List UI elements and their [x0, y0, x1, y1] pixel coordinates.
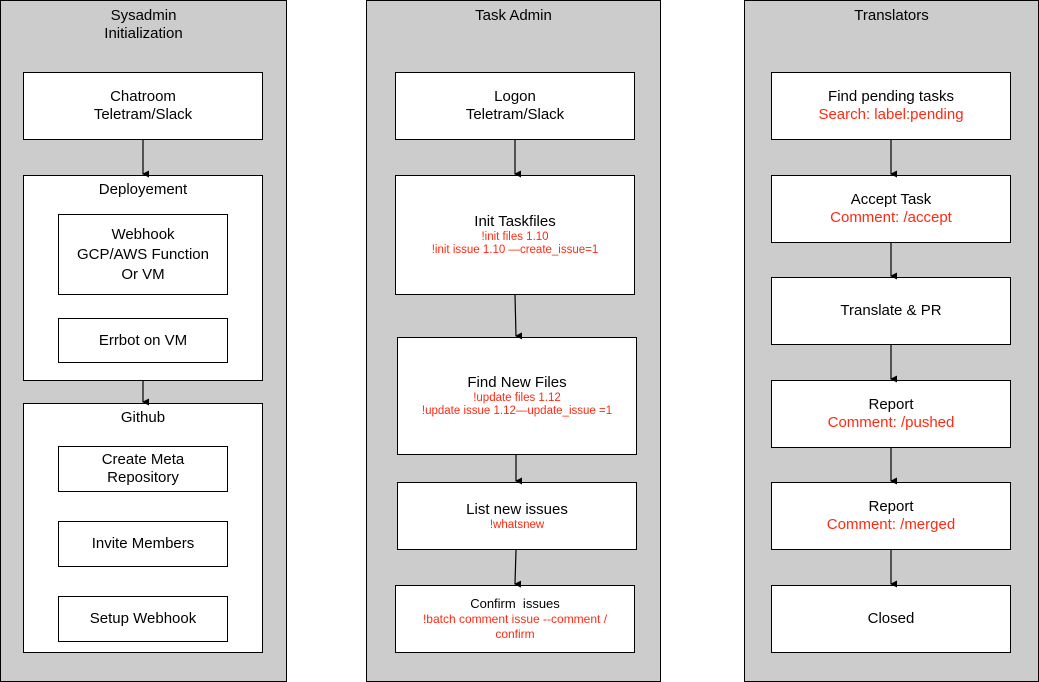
step-title: Confirm issues — [470, 596, 560, 611]
group-title: Deployement — [98, 181, 188, 198]
step-title: Chatroom Teletram/Slack — [93, 88, 193, 123]
step-invite-members[interactable]: Invite Members — [58, 521, 228, 567]
step-init-taskfiles[interactable]: Init Taskfiles !init files 1.10 !init is… — [395, 175, 635, 295]
step-errbot-on-vm[interactable]: Errbot on VM — [58, 318, 228, 363]
step-command: Comment: /merged — [826, 516, 956, 533]
step-command: Search: label:pending — [818, 106, 964, 123]
step-title: Report — [868, 396, 914, 413]
step-list-new-issues[interactable]: List new issues !whatsnew — [397, 482, 637, 550]
step-create-meta-repository[interactable]: Create Meta Repository — [58, 446, 228, 492]
lane-title: Task Admin — [475, 7, 552, 24]
step-command: !update files 1.12 !update issue 1.12—up… — [421, 392, 613, 417]
step-title: Translate & PR — [840, 302, 942, 319]
step-title: Report — [868, 498, 914, 515]
lane-title: Translators — [854, 7, 929, 24]
step-title: Errbot on VM — [98, 331, 188, 349]
step-title: Accept Task — [850, 191, 932, 208]
step-webhook-function[interactable]: Webhook GCP/AWS Function Or VM — [58, 214, 228, 295]
step-command: !whatsnew — [489, 518, 545, 531]
step-title: Closed — [867, 610, 915, 627]
step-confirm-issues[interactable]: Confirm issues !batch comment issue --co… — [395, 585, 635, 653]
step-find-pending-tasks[interactable]: Find pending tasks Search: label:pending — [771, 72, 1011, 140]
step-title: Init Taskfiles — [474, 213, 556, 230]
step-title: Webhook GCP/AWS Function Or VM — [77, 225, 209, 283]
step-translate-and-pr[interactable]: Translate & PR — [771, 277, 1011, 345]
step-title: Setup Webhook — [89, 610, 197, 627]
step-accept-task[interactable]: Accept Task Comment: /accept — [771, 175, 1011, 243]
step-setup-webhook[interactable]: Setup Webhook — [58, 596, 228, 642]
step-title: Create Meta Repository — [101, 451, 185, 486]
group-title: Github — [120, 409, 166, 426]
step-title: Find New Files — [467, 374, 567, 391]
step-logon[interactable]: Logon Teletram/Slack — [395, 72, 635, 140]
step-report-pushed[interactable]: Report Comment: /pushed — [771, 380, 1011, 448]
step-command: !batch comment issue --comment / confirm — [422, 612, 608, 641]
step-title: Logon Teletram/Slack — [465, 88, 565, 123]
step-command: Comment: /pushed — [827, 414, 955, 431]
lane-title: Sysadmin Initialization — [104, 7, 183, 42]
step-title: Find pending tasks — [828, 88, 954, 105]
step-title: Invite Members — [91, 535, 195, 552]
step-command: Comment: /accept — [830, 209, 952, 226]
step-find-new-files[interactable]: Find New Files !update files 1.12 !updat… — [397, 337, 637, 455]
step-title: List new issues — [466, 500, 568, 518]
step-command: !init files 1.10 !init issue 1.10 —creat… — [431, 231, 599, 256]
step-report-merged[interactable]: Report Comment: /merged — [771, 482, 1011, 550]
step-closed[interactable]: Closed — [771, 585, 1011, 653]
step-chatroom[interactable]: Chatroom Teletram/Slack — [23, 72, 263, 140]
